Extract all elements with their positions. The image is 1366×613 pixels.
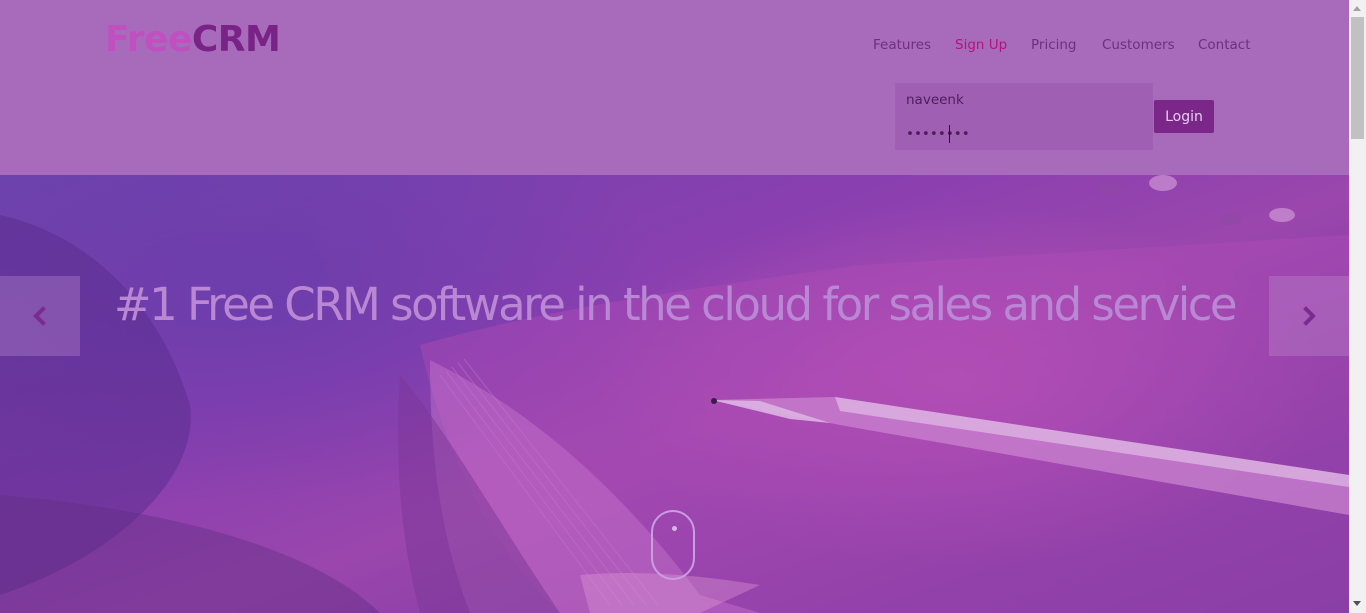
hero-carousel: #1 Free CRM software in the cloud for sa… xyxy=(0,175,1349,613)
chevron-right-icon xyxy=(1303,306,1316,326)
nav-customers-link[interactable]: Customers xyxy=(1102,37,1175,53)
scroll-up-arrow-icon[interactable] xyxy=(1353,6,1361,11)
password-input[interactable] xyxy=(895,119,1152,149)
hero-headline: #1 Free CRM software in the cloud for sa… xyxy=(113,278,1238,331)
scroll-wheel-dot xyxy=(672,526,677,531)
carousel-prev-button[interactable] xyxy=(0,276,80,356)
chevron-left-icon xyxy=(33,306,46,326)
nav-signup-link[interactable]: Sign Up xyxy=(955,37,1007,53)
login-form xyxy=(895,83,1153,150)
page: FreeCRM Features Sign Up Pricing Custome… xyxy=(0,0,1349,613)
page-scrollbar[interactable] xyxy=(1349,0,1366,613)
carousel-next-button[interactable] xyxy=(1269,276,1349,356)
main-nav: Features Sign Up Pricing Customers Conta… xyxy=(0,37,1349,57)
username-input[interactable] xyxy=(895,85,1152,115)
mouse-scroll-icon[interactable] xyxy=(651,510,695,580)
nav-contact-link[interactable]: Contact xyxy=(1198,37,1251,53)
text-cursor xyxy=(949,125,950,143)
scrollbar-thumb[interactable] xyxy=(1351,17,1364,139)
login-button[interactable]: Login xyxy=(1154,100,1214,133)
nav-pricing-link[interactable]: Pricing xyxy=(1031,37,1077,53)
site-header: FreeCRM Features Sign Up Pricing Custome… xyxy=(0,0,1349,175)
scroll-down-arrow-icon[interactable] xyxy=(1353,601,1361,606)
nav-features-link[interactable]: Features xyxy=(873,37,931,53)
